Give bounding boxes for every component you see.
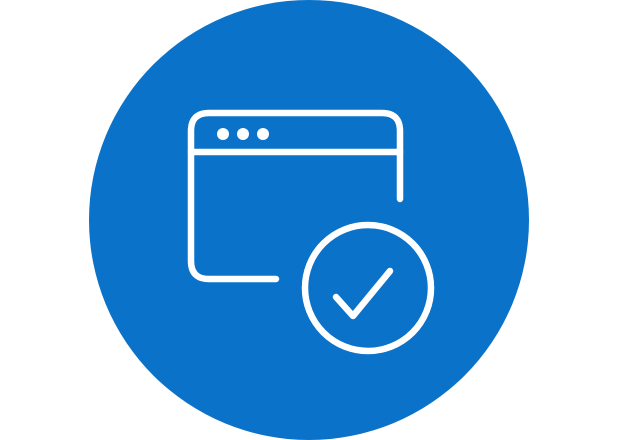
browser-window-check-icon [89, 0, 529, 440]
window-dot-1 [217, 128, 229, 140]
circle-background [89, 0, 529, 440]
window-dot-3 [257, 128, 269, 140]
icon-stage [0, 0, 620, 440]
window-dot-2 [237, 128, 249, 140]
